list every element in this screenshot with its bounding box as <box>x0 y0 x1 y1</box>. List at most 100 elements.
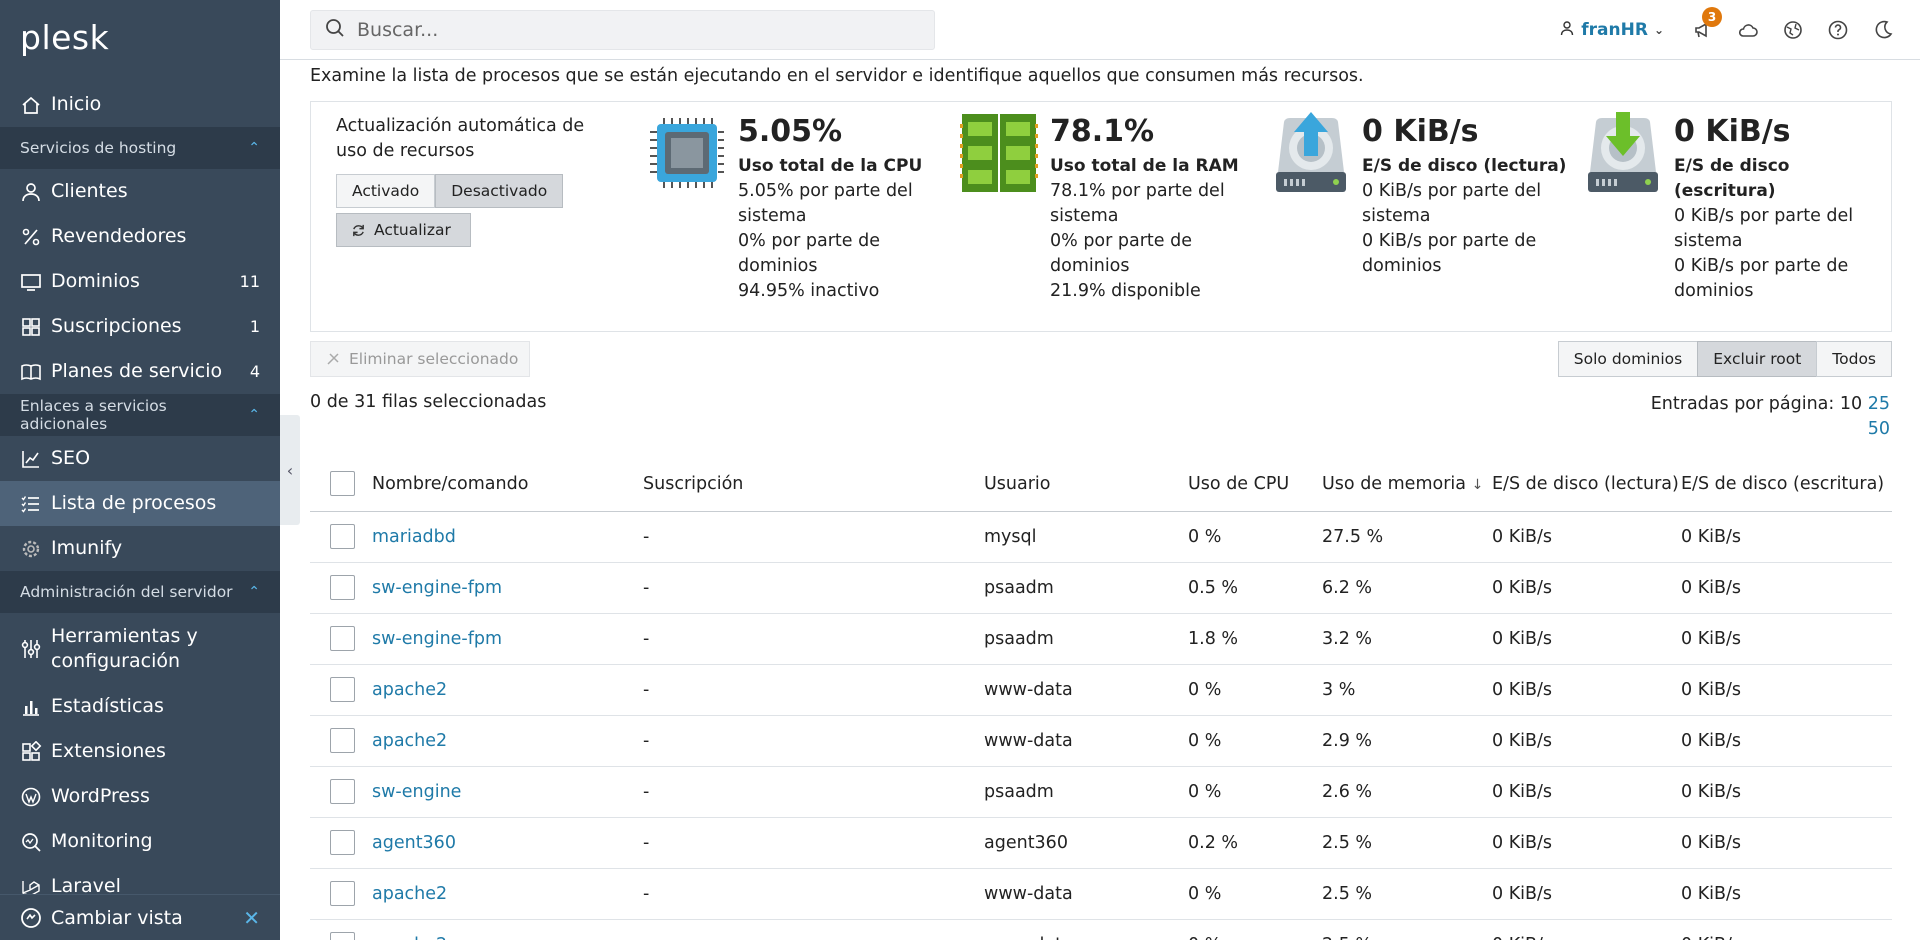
memory-cell: 2.6 % <box>1322 766 1492 818</box>
sidebar-section[interactable]: Servicios de hosting ⌃ <box>0 127 280 169</box>
sidebar-item-planes-de-servicio[interactable]: Planes de servicio 4 <box>0 349 280 394</box>
filter-all[interactable]: Todos <box>1816 341 1892 377</box>
collapse-sidebar-button[interactable]: ‹ <box>280 415 300 525</box>
per-page-current: 10 <box>1839 394 1863 414</box>
column-header-cpu[interactable]: Uso de CPU <box>1188 457 1322 512</box>
security-button[interactable] <box>1782 19 1804 41</box>
close-icon[interactable]: ✕ <box>243 906 260 930</box>
header-actions: franHR ⌄ 3 <box>1559 0 1920 60</box>
row-checkbox[interactable] <box>330 524 355 549</box>
disk-write-cell: 0 KiB/s <box>1681 919 1892 940</box>
sidebar-item-inicio[interactable]: Inicio <box>0 82 280 127</box>
row-checkbox[interactable] <box>330 779 355 804</box>
row-checkbox[interactable] <box>330 728 355 753</box>
chart-line-icon <box>20 448 42 470</box>
sidebar-section[interactable]: Administración del servidor ⌃ <box>0 571 280 613</box>
user-menu[interactable]: franHR ⌄ <box>1559 20 1664 41</box>
row-checkbox[interactable] <box>330 881 355 906</box>
process-name-link[interactable]: sw-engine-fpm <box>372 629 502 649</box>
notifications-button[interactable]: 3 <box>1692 7 1722 41</box>
per-page-option[interactable]: 50 <box>1868 419 1890 439</box>
ram-stat-line: 21.9% disponible <box>1050 281 1201 301</box>
process-name-link[interactable]: sw-engine-fpm <box>372 578 502 598</box>
sidebar-item-dominios[interactable]: Dominios 11 <box>0 259 280 304</box>
refresh-button[interactable]: Actualizar <box>336 213 471 247</box>
user-icon <box>20 181 42 203</box>
process-name-link[interactable]: agent360 <box>372 833 456 853</box>
process-name-link[interactable]: mariadbd <box>372 527 456 547</box>
search-box[interactable] <box>310 10 935 50</box>
sidebar-item-estadisticas[interactable]: Estadísticas <box>0 684 280 729</box>
process-name-link[interactable]: apache2 <box>372 680 447 700</box>
disk-read-cell: 0 KiB/s <box>1492 868 1681 920</box>
refresh-label: Actualizar <box>374 221 451 239</box>
subscription-cell: - <box>643 919 984 940</box>
row-checkbox[interactable] <box>330 677 355 702</box>
sidebar-item-herramientas-y-configuracion[interactable]: Herramientas y configuración <box>0 613 280 684</box>
column-header-disk-read[interactable]: E/S de disco (lectura) <box>1492 457 1681 512</box>
column-header-user[interactable]: Usuario <box>984 457 1188 512</box>
process-name-link[interactable]: sw-engine <box>372 782 461 802</box>
theme-toggle-button[interactable] <box>1872 19 1894 41</box>
cloud-button[interactable] <box>1737 19 1759 41</box>
percent-icon <box>20 226 42 248</box>
disk-read-cell: 0 KiB/s <box>1492 562 1681 614</box>
disk-read-cell: 0 KiB/s <box>1492 715 1681 767</box>
per-page-option[interactable]: 25 <box>1868 394 1890 414</box>
auto-update-off-button[interactable]: Desactivado <box>435 174 564 208</box>
process-name-link[interactable]: apache2 <box>372 884 447 904</box>
disk-read-value: 0 KiB/s <box>1362 114 1479 149</box>
select-all-checkbox[interactable] <box>330 471 355 497</box>
delete-selected-button[interactable]: Eliminar seleccionado <box>310 341 530 377</box>
sidebar-item-clientes[interactable]: Clientes <box>0 169 280 214</box>
search-input[interactable] <box>357 19 917 41</box>
change-view-button[interactable]: Cambiar vista ✕ <box>0 894 280 940</box>
row-checkbox[interactable] <box>330 830 355 855</box>
sidebar-item-imunify[interactable]: Imunify <box>0 526 280 571</box>
chevron-up-icon: ⌃ <box>248 584 260 600</box>
column-header-name[interactable]: Nombre/comando <box>372 457 643 512</box>
row-checkbox[interactable] <box>330 932 355 940</box>
help-button[interactable] <box>1827 19 1849 41</box>
process-name-link[interactable]: apache2 <box>372 935 447 940</box>
sidebar-section[interactable]: Enlaces a servicios adicionales ⌃ <box>0 394 280 436</box>
sidebar-item-wordpress[interactable]: WordPress <box>0 774 280 819</box>
user-cell: psaadm <box>984 613 1188 665</box>
plesk-logo[interactable]: plesk <box>20 18 109 57</box>
sidebar-item-seo[interactable]: SEO <box>0 436 280 481</box>
auto-update-panel: Actualización automática de uso de recur… <box>336 114 606 247</box>
row-checkbox[interactable] <box>330 626 355 651</box>
auto-update-title: Actualización automática de uso de recur… <box>336 116 585 161</box>
monitoring-icon <box>20 831 42 853</box>
process-name-link[interactable]: apache2 <box>372 731 447 751</box>
filter-domains-only[interactable]: Solo dominios <box>1557 341 1699 377</box>
column-header-subscription[interactable]: Suscripción <box>643 457 984 512</box>
sidebar-item-lista-de-procesos[interactable]: Lista de procesos <box>0 481 280 526</box>
sidebar-item-count: 4 <box>249 362 260 381</box>
sidebar-item-suscripciones[interactable]: Suscripciones 1 <box>0 304 280 349</box>
subscription-cell: - <box>643 766 984 818</box>
disk-read-cell: 0 KiB/s <box>1492 919 1681 940</box>
sidebar-item-revendedores[interactable]: Revendedores <box>0 214 280 259</box>
process-name-cell: mariadbd <box>372 511 643 563</box>
column-header-memory[interactable]: Uso de memoria ↓ <box>1322 457 1492 512</box>
sidebar-item-extensiones[interactable]: Extensiones <box>0 729 280 774</box>
table-header-row: Nombre/comando Suscripción Usuario Uso d… <box>310 457 1892 512</box>
notifications-badge: 3 <box>1702 7 1722 27</box>
sidebar-item-monitoring[interactable]: Monitoring <box>0 819 280 864</box>
user-cell: mysql <box>984 511 1188 563</box>
column-header-disk-write[interactable]: E/S de disco (escritura) <box>1681 457 1892 512</box>
cpu-cell: 0 % <box>1188 868 1322 920</box>
subscription-cell: - <box>643 868 984 920</box>
filter-exclude-root[interactable]: Excluir root <box>1697 341 1818 377</box>
process-name-cell: apache2 <box>372 715 643 767</box>
cpu-cell: 0 % <box>1188 511 1322 563</box>
auto-update-on-button[interactable]: Activado <box>336 174 436 208</box>
process-filter: Solo dominios Excluir root Todos <box>1557 341 1892 377</box>
row-checkbox[interactable] <box>330 575 355 600</box>
ram-stat: 78.1% Uso total de la RAM 78.1% por part… <box>960 110 1260 320</box>
help-icon <box>1828 20 1848 40</box>
extensions-icon <box>20 740 42 763</box>
ram-total-value: 78.1% <box>1050 114 1155 149</box>
cpu-cell: 0 % <box>1188 715 1322 767</box>
